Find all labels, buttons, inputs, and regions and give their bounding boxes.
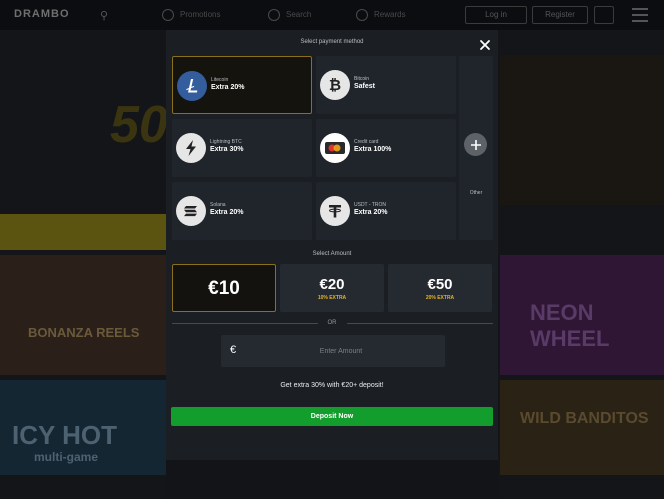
site-header: DRAMBO ⚲ Promotions Search Rewards Log i…: [0, 0, 664, 30]
litecoin-icon: [177, 71, 207, 101]
login-button[interactable]: Log in: [465, 6, 527, 24]
payment-method-name: Solana: [210, 202, 226, 208]
user-icon[interactable]: [594, 6, 614, 24]
payment-method-other[interactable]: Other: [459, 56, 493, 240]
background-promo-number: 50: [110, 96, 168, 154]
or-label: OR: [327, 320, 337, 326]
payment-method-name: Litecoin: [211, 77, 229, 83]
payment-method-name: Credit card: [354, 139, 379, 145]
promotions-icon: [162, 9, 174, 21]
background-game-tile[interactable]: NEON WHEEL: [500, 255, 664, 375]
payment-method-name: Lightning BTC: [210, 139, 242, 145]
payment-method-bonus: Extra 100%: [354, 146, 392, 153]
payment-modal: Select payment method Litecoin Extra 20%…: [166, 30, 498, 460]
background-game-tile[interactable]: WILD BANDITOS: [500, 380, 664, 475]
plus-icon: [464, 133, 487, 156]
site-logo[interactable]: DRAMBO: [14, 8, 70, 20]
payment-method-name: Bitcoin: [354, 76, 370, 82]
payment-method-credit-card[interactable]: Credit card Extra 100%: [316, 119, 456, 177]
amount-input[interactable]: [241, 335, 441, 367]
nav-promotions[interactable]: Promotions: [162, 9, 220, 21]
amount-option-20[interactable]: €20 10% EXTRA: [280, 264, 384, 312]
payment-method-bonus: Extra 30%: [210, 146, 244, 153]
nav-rewards[interactable]: Rewards: [356, 9, 406, 21]
lightning-icon: [176, 133, 206, 163]
search-icon[interactable]: ⚲: [100, 9, 108, 22]
menu-icon[interactable]: [632, 8, 648, 26]
payment-method-bonus: Extra 20%: [354, 209, 388, 216]
tether-icon: [320, 196, 350, 226]
rewards-icon: [356, 9, 368, 21]
amount-value: €20: [319, 276, 345, 293]
amount-value: €10: [208, 278, 240, 299]
modal-title: Select payment method: [300, 39, 364, 45]
amount-extra: 20% EXTRA: [425, 295, 455, 301]
credit-card-icon: [320, 133, 350, 163]
extra-bonus-text: Get extra 30% with €20+ deposit!: [280, 382, 384, 389]
payment-method-usdt-tron[interactable]: USDT - TRON Extra 20%: [316, 182, 456, 240]
background-game-tile[interactable]: BONANZA REELS: [0, 255, 166, 375]
search-nav-icon: [268, 9, 280, 21]
background-promo-art: [500, 55, 664, 205]
register-button[interactable]: Register: [532, 6, 588, 24]
payment-method-bonus: Safest: [354, 83, 376, 90]
other-label: Other: [469, 190, 483, 196]
bitcoin-icon: ₿: [320, 70, 350, 100]
close-icon[interactable]: [478, 38, 492, 52]
deposit-button[interactable]: Deposit Now: [171, 407, 493, 426]
amount-option-10[interactable]: €10: [172, 264, 276, 312]
payment-method-litecoin[interactable]: Litecoin Extra 20%: [172, 56, 312, 114]
payment-method-solana[interactable]: Solana Extra 20%: [172, 182, 312, 240]
payment-method-bitcoin[interactable]: ₿ Bitcoin Safest: [316, 56, 456, 114]
background-game-tile[interactable]: ICY HOT multi-game: [0, 380, 166, 475]
currency-symbol: €: [230, 344, 237, 356]
amount-option-50[interactable]: €50 20% EXTRA: [388, 264, 492, 312]
solana-icon: [176, 196, 206, 226]
svg-text:₿: ₿: [329, 76, 341, 94]
amount-extra: 10% EXTRA: [317, 295, 347, 301]
nav-search[interactable]: Search: [268, 9, 311, 21]
amount-input-container: €: [221, 335, 445, 367]
payment-method-lightning-btc[interactable]: Lightning BTC Extra 30%: [172, 119, 312, 177]
payment-method-name: USDT - TRON: [354, 202, 387, 208]
payment-method-bonus: Extra 20%: [211, 84, 245, 91]
select-amount-label: Select Amount: [312, 251, 352, 257]
payment-method-bonus: Extra 20%: [210, 209, 244, 216]
amount-value: €50: [427, 276, 453, 293]
background-promo-bar: [0, 214, 166, 250]
